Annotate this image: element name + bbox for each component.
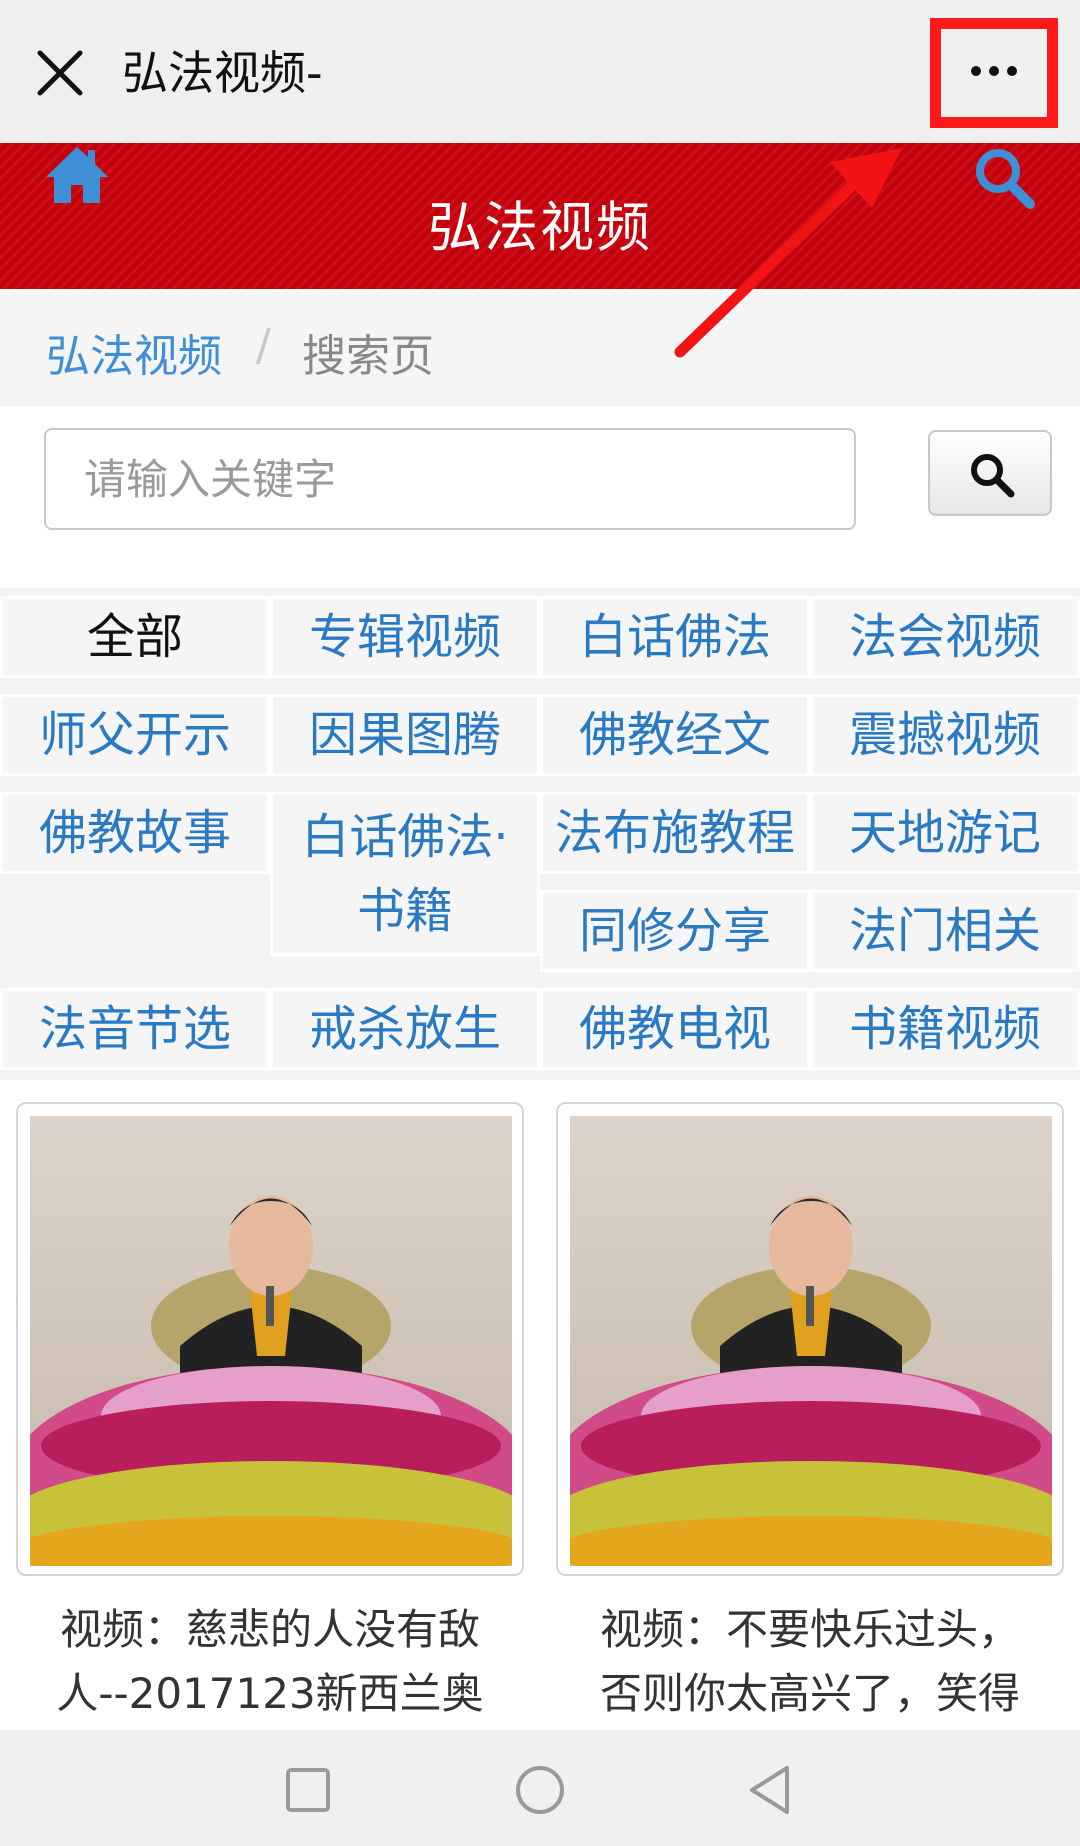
- system-nav-bar: [0, 1730, 1080, 1846]
- category-dharma-assembly-videos[interactable]: 法会视频: [810, 596, 1080, 678]
- video-card[interactable]: [16, 1102, 524, 1576]
- search-icon: [971, 454, 1015, 498]
- category-all[interactable]: 全部: [0, 596, 270, 678]
- category-book-videos[interactable]: 书籍视频: [810, 988, 1080, 1070]
- app-title-bar: 弘法视频-: [0, 0, 1080, 143]
- video-thumbnail[interactable]: [30, 1116, 512, 1566]
- site-header: 弘法视频: [0, 143, 1080, 289]
- video-thumbnail[interactable]: [570, 1116, 1052, 1566]
- category-label-line2: 书籍: [356, 883, 453, 939]
- search-button[interactable]: [928, 430, 1052, 516]
- circle-icon: [516, 1766, 564, 1814]
- breadcrumb-separator: /: [256, 320, 271, 371]
- category-buddhist-tv[interactable]: 佛教电视: [540, 988, 810, 1070]
- search-input[interactable]: [44, 428, 856, 530]
- category-buddhist-stories[interactable]: 佛教故事: [0, 792, 270, 874]
- more-options-button[interactable]: [968, 50, 1020, 92]
- breadcrumb: 弘法视频 / 搜索页: [0, 292, 1080, 406]
- category-karma-totems[interactable]: 因果图腾: [270, 694, 540, 776]
- breadcrumb-home-link[interactable]: 弘法视频: [46, 320, 222, 384]
- video-card[interactable]: [556, 1102, 1064, 1576]
- close-icon: [37, 50, 83, 96]
- window-title: 弘法视频-: [122, 46, 323, 100]
- category-dharma-giving-tutorials[interactable]: 法布施教程: [540, 792, 810, 874]
- category-dharma-door-related[interactable]: 法门相关: [810, 890, 1080, 972]
- category-album-videos[interactable]: 专辑视频: [270, 596, 540, 678]
- recent-apps-button[interactable]: [278, 1760, 338, 1820]
- category-grid: 全部 专辑视频 白话佛法 法会视频 师父开示 因果图腾 佛教经文 震撼视频 佛教…: [0, 588, 1080, 1080]
- back-icon: [750, 1766, 789, 1814]
- close-button[interactable]: [34, 47, 86, 99]
- category-vernacular-dharma[interactable]: 白话佛法: [540, 596, 810, 678]
- header-title: 弘法视频: [428, 196, 652, 259]
- video-caption-line2: 人--2017123新西兰奥: [56, 1669, 484, 1718]
- category-heaven-earth-travels[interactable]: 天地游记: [810, 792, 1080, 874]
- video-caption-line1: 视频：不要快乐过头，: [599, 1605, 1020, 1654]
- video-caption-line1: 视频：慈悲的人没有敌: [59, 1605, 480, 1654]
- category-refrain-killing-release-life[interactable]: 戒杀放生: [270, 988, 540, 1070]
- category-label-line1: 白话佛法·: [301, 809, 509, 865]
- square-icon: [286, 1768, 330, 1812]
- video-caption[interactable]: 视频：不要快乐过头， 否则你太高兴了，笑得: [570, 1598, 1050, 1726]
- video-caption-line2: 否则你太高兴了，笑得: [599, 1669, 1020, 1718]
- category-master-talks[interactable]: 师父开示: [0, 694, 270, 776]
- category-dharma-audio-excerpts[interactable]: 法音节选: [0, 988, 270, 1070]
- search-icon: [976, 149, 1035, 209]
- system-home-button[interactable]: [510, 1760, 570, 1820]
- video-caption[interactable]: 视频：慈悲的人没有敌 人--2017123新西兰奥: [30, 1598, 510, 1726]
- category-buddhist-scriptures[interactable]: 佛教经文: [540, 694, 810, 776]
- header-search-button[interactable]: [972, 147, 1038, 213]
- system-back-button[interactable]: [742, 1760, 802, 1820]
- more-icon: [971, 66, 1017, 76]
- breadcrumb-current: 搜索页: [302, 331, 434, 382]
- category-shocking-videos[interactable]: 震撼视频: [810, 694, 1080, 776]
- category-fellow-cultivator-sharing[interactable]: 同修分享: [540, 890, 810, 972]
- category-vernacular-dharma-books[interactable]: 白话佛法· 书籍: [270, 792, 540, 956]
